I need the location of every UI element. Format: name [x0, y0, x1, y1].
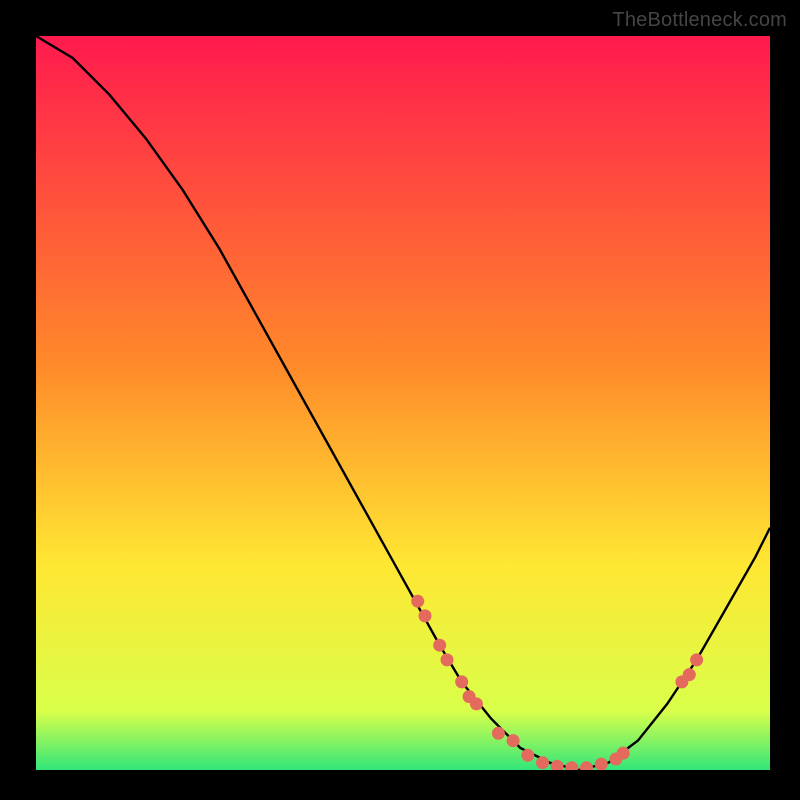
data-marker [492, 727, 505, 740]
data-marker [683, 668, 696, 681]
data-marker [411, 595, 424, 608]
bottleneck-chart [36, 36, 770, 770]
data-marker [455, 675, 468, 688]
chart-frame: TheBottleneck.com [0, 0, 800, 800]
heat-gradient [36, 36, 770, 770]
data-marker [507, 734, 520, 747]
data-marker [536, 756, 549, 769]
data-marker [690, 653, 703, 666]
data-marker [617, 747, 630, 760]
data-marker [433, 639, 446, 652]
data-marker [419, 609, 432, 622]
data-marker [470, 697, 483, 710]
data-marker [595, 758, 608, 770]
data-marker [521, 749, 534, 762]
watermark-text: TheBottleneck.com [612, 9, 787, 32]
data-marker [441, 653, 454, 666]
plot-area [36, 36, 770, 770]
